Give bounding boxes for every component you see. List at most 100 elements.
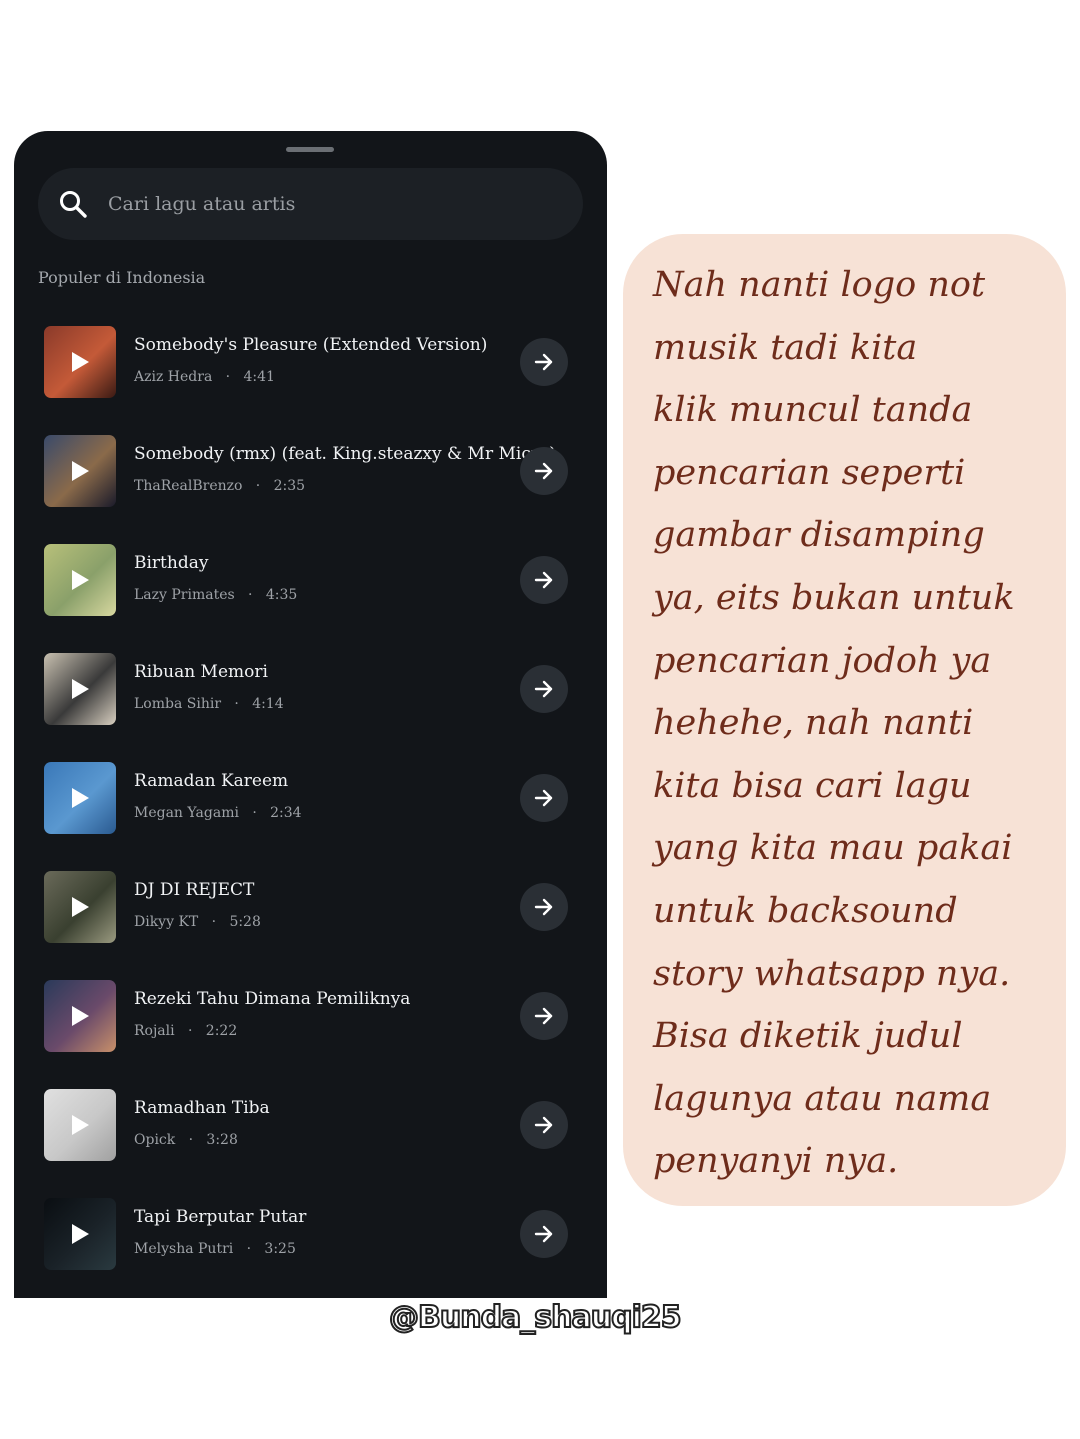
song-row[interactable]: Somebody (rmx) (feat. King.steazxy & Mr … (14, 416, 607, 525)
album-cover[interactable] (44, 762, 116, 834)
separator-dot: · (179, 1023, 202, 1039)
song-row[interactable]: Birthday Lazy Primates · 4:35 (14, 525, 607, 634)
select-song-button[interactable] (520, 883, 568, 931)
select-song-button[interactable] (520, 338, 568, 386)
note-line: Nah nanti logo not (653, 265, 986, 305)
song-artist: ThaRealBrenzo (134, 478, 243, 494)
song-meta: Lazy Primates · 4:35 (134, 587, 297, 603)
separator-dot: · (239, 587, 262, 603)
play-icon (72, 1006, 89, 1026)
song-artist: Lomba Sihir (134, 696, 222, 712)
separator-dot: · (225, 696, 248, 712)
play-icon (72, 679, 89, 699)
song-duration: 2:35 (273, 478, 306, 494)
arrow-right-icon (534, 1116, 553, 1134)
note-card: Nah nanti logo not musik tadi kita klik mu… (623, 234, 1066, 1206)
select-song-button[interactable] (520, 556, 568, 604)
note-text: Nah nanti logo not musik tadi kita klik mu… (653, 254, 1053, 1193)
song-title: Birthday (134, 553, 209, 573)
select-song-button[interactable] (520, 774, 568, 822)
song-duration: 2:22 (205, 1023, 238, 1039)
note-line: gambar disamping (653, 515, 985, 556)
song-title: Somebody (rmx) (feat. King.steazxy & Mr … (134, 444, 556, 464)
drag-handle[interactable] (286, 147, 334, 152)
separator-dot: · (237, 1241, 260, 1257)
section-title: Populer di Indonesia (38, 268, 206, 287)
search-bar[interactable] (38, 168, 583, 240)
album-cover[interactable] (44, 653, 116, 725)
arrow-right-icon (534, 353, 553, 371)
song-duration: 3:25 (264, 1241, 296, 1257)
note-line: lagunya atau nama (653, 1078, 992, 1119)
song-artist: Rojali (134, 1023, 175, 1039)
song-title: Rezeki Tahu Dimana Pemiliknya (134, 989, 411, 1009)
note-line: hehehe, nah nanti (653, 703, 974, 744)
song-meta: Aziz Hedra · 4:41 (134, 369, 275, 385)
play-icon (72, 1115, 89, 1135)
arrow-right-icon (534, 1007, 553, 1025)
song-row[interactable]: Ramadhan Tiba Opick · 3:28 (14, 1070, 607, 1179)
song-artist: Melysha Putri (134, 1241, 234, 1257)
song-duration: 4:14 (252, 696, 284, 712)
play-icon (72, 352, 89, 372)
arrow-right-icon (534, 462, 553, 480)
note-line: kita bisa cari lagu (653, 765, 972, 806)
album-cover[interactable] (44, 871, 116, 943)
note-line: musik tadi kita (653, 327, 918, 368)
separator-dot: · (216, 369, 240, 385)
play-icon (72, 570, 89, 590)
select-song-button[interactable] (520, 992, 568, 1040)
song-row[interactable]: Ramadan Kareem Megan Yagami · 2:34 (14, 743, 607, 852)
album-cover[interactable] (44, 544, 116, 616)
screen: Populer di Indonesia Somebody's Pleasure… (0, 0, 1080, 1439)
note-line: penyanyi nya. (653, 1141, 899, 1182)
album-cover[interactable] (44, 1089, 116, 1161)
song-title: Ramadan Kareem (134, 771, 289, 791)
song-row[interactable]: Tapi Berputar Putar Melysha Putri · 3:25 (14, 1179, 607, 1288)
song-duration: 3:28 (206, 1132, 238, 1148)
song-row[interactable]: Rezeki Tahu Dimana Pemiliknya Rojali · 2… (14, 961, 607, 1070)
separator-dot: · (246, 478, 270, 494)
song-meta: Lomba Sihir · 4:14 (134, 696, 284, 712)
song-meta: Dikyy KT · 5:28 (134, 914, 261, 930)
song-title: DJ DI REJECT (134, 880, 255, 900)
song-list: Somebody's Pleasure (Extended Version) A… (14, 307, 607, 1288)
play-icon (72, 1224, 89, 1244)
song-row[interactable]: DJ DI REJECT Dikyy KT · 5:28 (14, 852, 607, 961)
separator-dot: · (179, 1132, 202, 1148)
note-line: untuk backsound (653, 890, 958, 931)
note-line: pencarian seperti (653, 452, 966, 493)
select-song-button[interactable] (520, 1101, 568, 1149)
song-title: Ramadhan Tiba (134, 1098, 270, 1118)
note-line: yang kita mau pakai (653, 828, 1013, 869)
select-song-button[interactable] (520, 447, 568, 495)
watermark: @Bunda_shauqi25 (388, 1299, 683, 1336)
song-artist: Aziz Hedra (134, 369, 213, 385)
song-meta: Rojali · 2:22 (134, 1023, 237, 1039)
song-meta: Opick · 3:28 (134, 1132, 238, 1148)
song-title: Somebody's Pleasure (Extended Version) (134, 335, 488, 355)
song-title: Tapi Berputar Putar (134, 1207, 307, 1227)
note-line: pencarian jodoh ya (653, 640, 992, 681)
song-row[interactable]: Ribuan Memori Lomba Sihir · 4:14 (14, 634, 607, 743)
note-line: story whatsapp nya. (653, 953, 1011, 994)
music-search-sheet: Populer di Indonesia Somebody's Pleasure… (14, 131, 607, 1298)
separator-dot: · (202, 914, 225, 930)
arrow-right-icon (534, 1225, 553, 1243)
song-artist: Lazy Primates (134, 587, 235, 603)
note-line: klik muncul tanda (653, 390, 973, 431)
play-icon (72, 897, 89, 917)
select-song-button[interactable] (520, 665, 568, 713)
song-artist: Dikyy KT (134, 914, 199, 930)
search-input[interactable] (108, 193, 528, 215)
album-cover[interactable] (44, 980, 116, 1052)
arrow-right-icon (534, 789, 553, 807)
album-cover[interactable] (44, 435, 116, 507)
album-cover[interactable] (44, 1198, 116, 1270)
song-artist: Opick (134, 1132, 176, 1148)
select-song-button[interactable] (520, 1210, 568, 1258)
song-duration: 4:41 (243, 369, 275, 385)
play-icon (72, 788, 89, 808)
song-row[interactable]: Somebody's Pleasure (Extended Version) A… (14, 307, 607, 416)
album-cover[interactable] (44, 326, 116, 398)
